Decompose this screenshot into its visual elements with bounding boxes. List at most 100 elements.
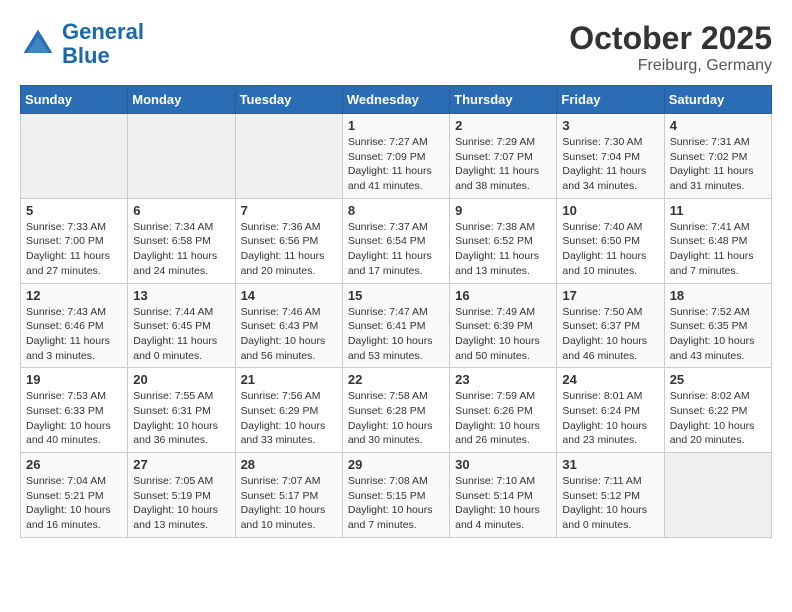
day-info: Sunrise: 7:34 AM Sunset: 6:58 PM Dayligh… [133, 220, 229, 279]
calendar-cell: 21 Sunrise: 7:56 AM Sunset: 6:29 PM Dayli… [235, 368, 342, 453]
calendar-cell: 25 Sunrise: 8:02 AM Sunset: 6:22 PM Dayli… [664, 368, 771, 453]
day-info: Sunrise: 7:27 AM Sunset: 7:09 PM Dayligh… [348, 135, 444, 194]
day-info: Sunrise: 7:29 AM Sunset: 7:07 PM Dayligh… [455, 135, 551, 194]
calendar-cell: 20 Sunrise: 7:55 AM Sunset: 6:31 PM Dayli… [128, 368, 235, 453]
week-row-5: 26 Sunrise: 7:04 AM Sunset: 5:21 PM Dayli… [21, 453, 772, 538]
calendar-cell: 11 Sunrise: 7:41 AM Sunset: 6:48 PM Dayli… [664, 198, 771, 283]
day-number: 28 [241, 457, 337, 472]
day-number: 31 [562, 457, 658, 472]
day-number: 22 [348, 372, 444, 387]
day-number: 21 [241, 372, 337, 387]
day-info: Sunrise: 7:38 AM Sunset: 6:52 PM Dayligh… [455, 220, 551, 279]
calendar-cell: 9 Sunrise: 7:38 AM Sunset: 6:52 PM Daylig… [450, 198, 557, 283]
day-number: 18 [670, 288, 766, 303]
day-info: Sunrise: 7:04 AM Sunset: 5:21 PM Dayligh… [26, 474, 122, 533]
day-info: Sunrise: 7:31 AM Sunset: 7:02 PM Dayligh… [670, 135, 766, 194]
calendar-cell: 28 Sunrise: 7:07 AM Sunset: 5:17 PM Dayli… [235, 453, 342, 538]
day-info: Sunrise: 7:40 AM Sunset: 6:50 PM Dayligh… [562, 220, 658, 279]
weekday-header-wednesday: Wednesday [342, 86, 449, 114]
day-number: 20 [133, 372, 229, 387]
calendar-cell: 16 Sunrise: 7:49 AM Sunset: 6:39 PM Dayli… [450, 283, 557, 368]
calendar-cell: 19 Sunrise: 7:53 AM Sunset: 6:33 PM Dayli… [21, 368, 128, 453]
weekday-header-sunday: Sunday [21, 86, 128, 114]
day-info: Sunrise: 7:50 AM Sunset: 6:37 PM Dayligh… [562, 305, 658, 364]
calendar-cell: 17Sunrise: 7:50 AM Sunset: 6:37 PM Dayli… [557, 283, 664, 368]
week-row-2: 5 Sunrise: 7:33 AM Sunset: 7:00 PM Daylig… [21, 198, 772, 283]
calendar-cell: 18 Sunrise: 7:52 AM Sunset: 6:35 PM Dayli… [664, 283, 771, 368]
logo-text: GeneralBlue [62, 20, 144, 68]
calendar-cell [235, 114, 342, 199]
weekday-header-thursday: Thursday [450, 86, 557, 114]
calendar-cell: 6 Sunrise: 7:34 AM Sunset: 6:58 PM Daylig… [128, 198, 235, 283]
title-block: October 2025 Freiburg, Germany [569, 20, 772, 75]
day-number: 1 [348, 118, 444, 133]
day-info: Sunrise: 8:01 AM Sunset: 6:24 PM Dayligh… [562, 389, 658, 448]
calendar-cell [21, 114, 128, 199]
day-number: 19 [26, 372, 122, 387]
logo: GeneralBlue [20, 20, 144, 68]
calendar-cell: 12 Sunrise: 7:43 AM Sunset: 6:46 PM Dayli… [21, 283, 128, 368]
calendar-cell [128, 114, 235, 199]
day-number: 15 [348, 288, 444, 303]
day-info: Sunrise: 7:53 AM Sunset: 6:33 PM Dayligh… [26, 389, 122, 448]
day-info: Sunrise: 7:07 AM Sunset: 5:17 PM Dayligh… [241, 474, 337, 533]
day-info: Sunrise: 7:47 AM Sunset: 6:41 PM Dayligh… [348, 305, 444, 364]
day-number: 12 [26, 288, 122, 303]
day-info: Sunrise: 7:36 AM Sunset: 6:56 PM Dayligh… [241, 220, 337, 279]
calendar-cell: 31 Sunrise: 7:11 AM Sunset: 5:12 PM Dayli… [557, 453, 664, 538]
calendar-cell: 13Sunrise: 7:44 AM Sunset: 6:45 PM Dayli… [128, 283, 235, 368]
day-info: Sunrise: 7:41 AM Sunset: 6:48 PM Dayligh… [670, 220, 766, 279]
calendar-cell: 23 Sunrise: 7:59 AM Sunset: 6:26 PM Dayli… [450, 368, 557, 453]
day-number: 30 [455, 457, 551, 472]
day-info: Sunrise: 7:55 AM Sunset: 6:31 PM Dayligh… [133, 389, 229, 448]
day-number: 14 [241, 288, 337, 303]
day-info: Sunrise: 7:33 AM Sunset: 7:00 PM Dayligh… [26, 220, 122, 279]
week-row-4: 19 Sunrise: 7:53 AM Sunset: 6:33 PM Dayli… [21, 368, 772, 453]
day-info: Sunrise: 7:59 AM Sunset: 6:26 PM Dayligh… [455, 389, 551, 448]
weekday-header-saturday: Saturday [664, 86, 771, 114]
calendar-location: Freiburg, Germany [569, 57, 772, 75]
day-number: 26 [26, 457, 122, 472]
calendar-title: October 2025 [569, 20, 772, 57]
calendar-cell: 10Sunrise: 7:40 AM Sunset: 6:50 PM Dayli… [557, 198, 664, 283]
calendar-cell: 5 Sunrise: 7:33 AM Sunset: 7:00 PM Daylig… [21, 198, 128, 283]
calendar-cell: 14 Sunrise: 7:46 AM Sunset: 6:43 PM Dayli… [235, 283, 342, 368]
weekday-header-tuesday: Tuesday [235, 86, 342, 114]
day-number: 24 [562, 372, 658, 387]
day-info: Sunrise: 8:02 AM Sunset: 6:22 PM Dayligh… [670, 389, 766, 448]
day-info: Sunrise: 7:52 AM Sunset: 6:35 PM Dayligh… [670, 305, 766, 364]
calendar-cell: 27 Sunrise: 7:05 AM Sunset: 5:19 PM Dayli… [128, 453, 235, 538]
day-info: Sunrise: 7:10 AM Sunset: 5:14 PM Dayligh… [455, 474, 551, 533]
logo-icon [20, 26, 56, 62]
day-number: 5 [26, 203, 122, 218]
day-number: 11 [670, 203, 766, 218]
day-info: Sunrise: 7:58 AM Sunset: 6:28 PM Dayligh… [348, 389, 444, 448]
day-number: 27 [133, 457, 229, 472]
day-number: 8 [348, 203, 444, 218]
week-row-1: 1 Sunrise: 7:27 AM Sunset: 7:09 PM Daylig… [21, 114, 772, 199]
calendar-cell: 22 Sunrise: 7:58 AM Sunset: 6:28 PM Dayli… [342, 368, 449, 453]
day-info: Sunrise: 7:46 AM Sunset: 6:43 PM Dayligh… [241, 305, 337, 364]
calendar-cell: 7 Sunrise: 7:36 AM Sunset: 6:56 PM Daylig… [235, 198, 342, 283]
day-info: Sunrise: 7:43 AM Sunset: 6:46 PM Dayligh… [26, 305, 122, 364]
day-number: 2 [455, 118, 551, 133]
day-number: 25 [670, 372, 766, 387]
day-number: 7 [241, 203, 337, 218]
day-info: Sunrise: 7:49 AM Sunset: 6:39 PM Dayligh… [455, 305, 551, 364]
calendar-cell: 2 Sunrise: 7:29 AM Sunset: 7:07 PM Daylig… [450, 114, 557, 199]
calendar-cell: 24 Sunrise: 8:01 AM Sunset: 6:24 PM Dayli… [557, 368, 664, 453]
day-info: Sunrise: 7:11 AM Sunset: 5:12 PM Dayligh… [562, 474, 658, 533]
calendar-cell: 3Sunrise: 7:30 AM Sunset: 7:04 PM Daylig… [557, 114, 664, 199]
calendar-table: SundayMondayTuesdayWednesdayThursdayFrid… [20, 85, 772, 538]
day-number: 23 [455, 372, 551, 387]
calendar-cell: 8Sunrise: 7:37 AM Sunset: 6:54 PM Daylig… [342, 198, 449, 283]
weekday-header-row: SundayMondayTuesdayWednesdayThursdayFrid… [21, 86, 772, 114]
day-number: 16 [455, 288, 551, 303]
day-number: 6 [133, 203, 229, 218]
weekday-header-monday: Monday [128, 86, 235, 114]
day-info: Sunrise: 7:56 AM Sunset: 6:29 PM Dayligh… [241, 389, 337, 448]
day-info: Sunrise: 7:05 AM Sunset: 5:19 PM Dayligh… [133, 474, 229, 533]
weekday-header-friday: Friday [557, 86, 664, 114]
page-header: GeneralBlue October 2025 Freiburg, Germa… [20, 20, 772, 75]
day-number: 9 [455, 203, 551, 218]
